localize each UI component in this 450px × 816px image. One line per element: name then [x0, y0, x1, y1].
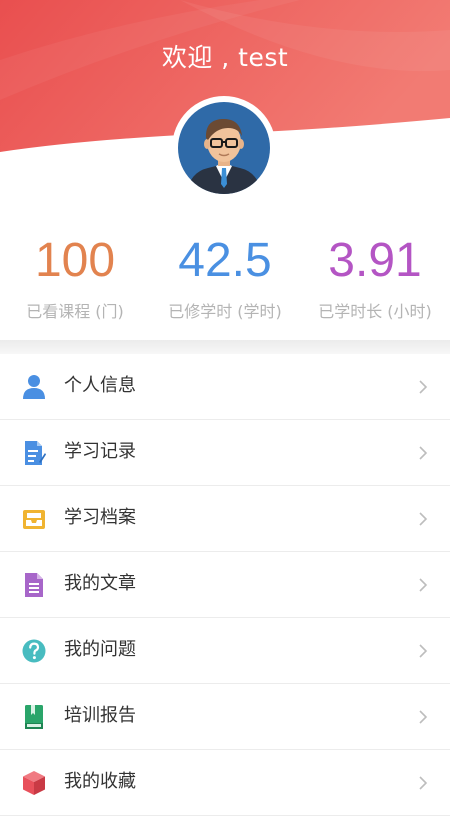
stat-courses-viewed: 100 已看课程 (门) [0, 232, 150, 322]
menu-item-my-questions[interactable]: 我的问题 [0, 618, 450, 684]
menu-item-label: 我的问题 [64, 639, 136, 660]
stat-value: 42.5 [178, 234, 272, 287]
menu-item-training-report[interactable]: 培训报告 [0, 684, 450, 750]
stat-label: 已看课程 (门) [26, 302, 124, 321]
chevron-right-icon [419, 512, 428, 526]
chevron-right-icon [419, 644, 428, 658]
stat-value: 100 [34, 234, 116, 287]
stat-credit-hours: 42.5 已修学时 (学时) [150, 232, 300, 322]
study-record-icon [25, 441, 46, 465]
menu-item-label: 我的文章 [64, 573, 136, 594]
menu-item-label: 个人信息 [64, 375, 136, 396]
menu-item-my-articles[interactable]: 我的文章 [0, 552, 450, 618]
chevron-right-icon [419, 710, 428, 724]
chevron-right-icon [419, 776, 428, 790]
menu-item-label: 我的收藏 [64, 771, 136, 792]
menu-item-label: 培训报告 [64, 705, 136, 726]
stat-label: 已学时长 (小时) [318, 302, 432, 321]
menu-item-my-favorites[interactable]: 我的收藏 [0, 750, 450, 816]
stat-value: 3.91 [328, 234, 422, 287]
welcome-title: 欢迎 , test [161, 43, 289, 72]
section-divider [0, 340, 450, 354]
stat-study-duration: 3.91 已学时长 (小时) [300, 232, 450, 322]
learning-stats: 100 已看课程 (门) 42.5 已修学时 (学时) 3.91 已学时长 (小… [0, 232, 450, 332]
favorite-box-icon [23, 771, 45, 795]
menu-item-study-record[interactable]: 学习记录 [0, 420, 450, 486]
report-book-icon [25, 705, 43, 729]
stat-label: 已修学时 (学时) [168, 302, 282, 321]
person-icon [23, 375, 45, 399]
user-avatar-icon [178, 102, 270, 194]
archive-tray-icon [23, 510, 45, 529]
profile-menu: 个人信息 学习记录 学习档案 我的文章 我的问题 培训报告 我的收藏 [0, 354, 450, 816]
menu-item-study-archive[interactable]: 学习档案 [0, 486, 450, 552]
chevron-right-icon [419, 446, 428, 460]
question-icon [22, 639, 46, 663]
profile-header: 欢迎 , test [0, 0, 450, 230]
chevron-right-icon [419, 380, 428, 394]
chevron-right-icon [419, 578, 428, 592]
menu-item-label: 学习记录 [64, 441, 136, 462]
menu-item-label: 学习档案 [64, 507, 136, 528]
avatar[interactable] [172, 96, 276, 200]
document-icon [25, 573, 43, 597]
menu-item-personal-info[interactable]: 个人信息 [0, 354, 450, 420]
